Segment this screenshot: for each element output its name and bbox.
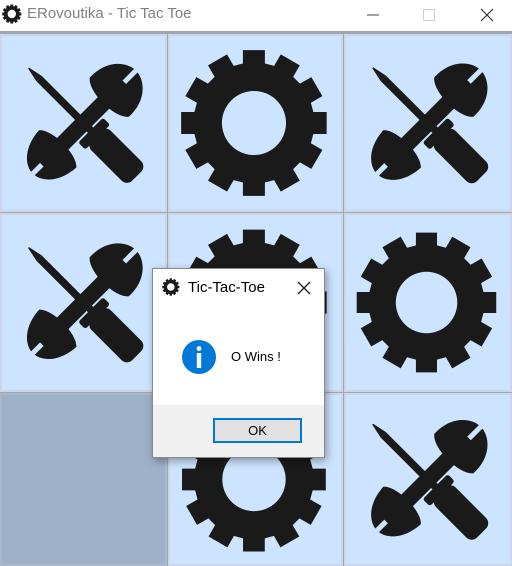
gear-icon	[162, 278, 180, 296]
dialog-close-button[interactable]	[293, 277, 315, 299]
gear-icon	[2, 4, 22, 24]
cell-3[interactable]	[344, 34, 512, 212]
wrench-screwdriver-icon	[357, 50, 501, 194]
gear-icon	[356, 232, 497, 373]
close-icon	[480, 8, 494, 22]
wrench-screwdriver-icon	[13, 230, 156, 373]
minimize-icon	[367, 14, 379, 16]
dialog-message: O Wins !	[231, 349, 281, 364]
dialog-title: Tic-Tac-Toe	[188, 279, 265, 296]
info-icon	[182, 340, 216, 374]
cell-1[interactable]	[0, 34, 167, 212]
maximize-icon	[423, 9, 435, 21]
minimize-button[interactable]	[352, 0, 398, 31]
close-button[interactable]	[466, 0, 512, 31]
window-title: ERovoutika - Tic Tac Toe	[27, 5, 192, 22]
title-bar[interactable]: ERovoutika - Tic Tac Toe	[0, 0, 512, 31]
ok-button[interactable]: OK	[213, 418, 302, 443]
message-dialog: Tic-Tac-Toe O Wins ! OK	[152, 268, 325, 458]
cell-6[interactable]	[344, 213, 512, 392]
dialog-footer: OK	[153, 405, 324, 457]
wrench-screwdriver-icon	[357, 407, 501, 551]
gear-icon	[181, 50, 327, 196]
cell-4[interactable]	[0, 213, 167, 392]
close-icon	[297, 281, 311, 295]
maximize-button	[408, 0, 454, 31]
cell-9[interactable]	[344, 393, 512, 566]
cell-2[interactable]	[168, 34, 343, 212]
wrench-screwdriver-icon	[13, 51, 156, 194]
cell-7[interactable]	[0, 393, 167, 566]
